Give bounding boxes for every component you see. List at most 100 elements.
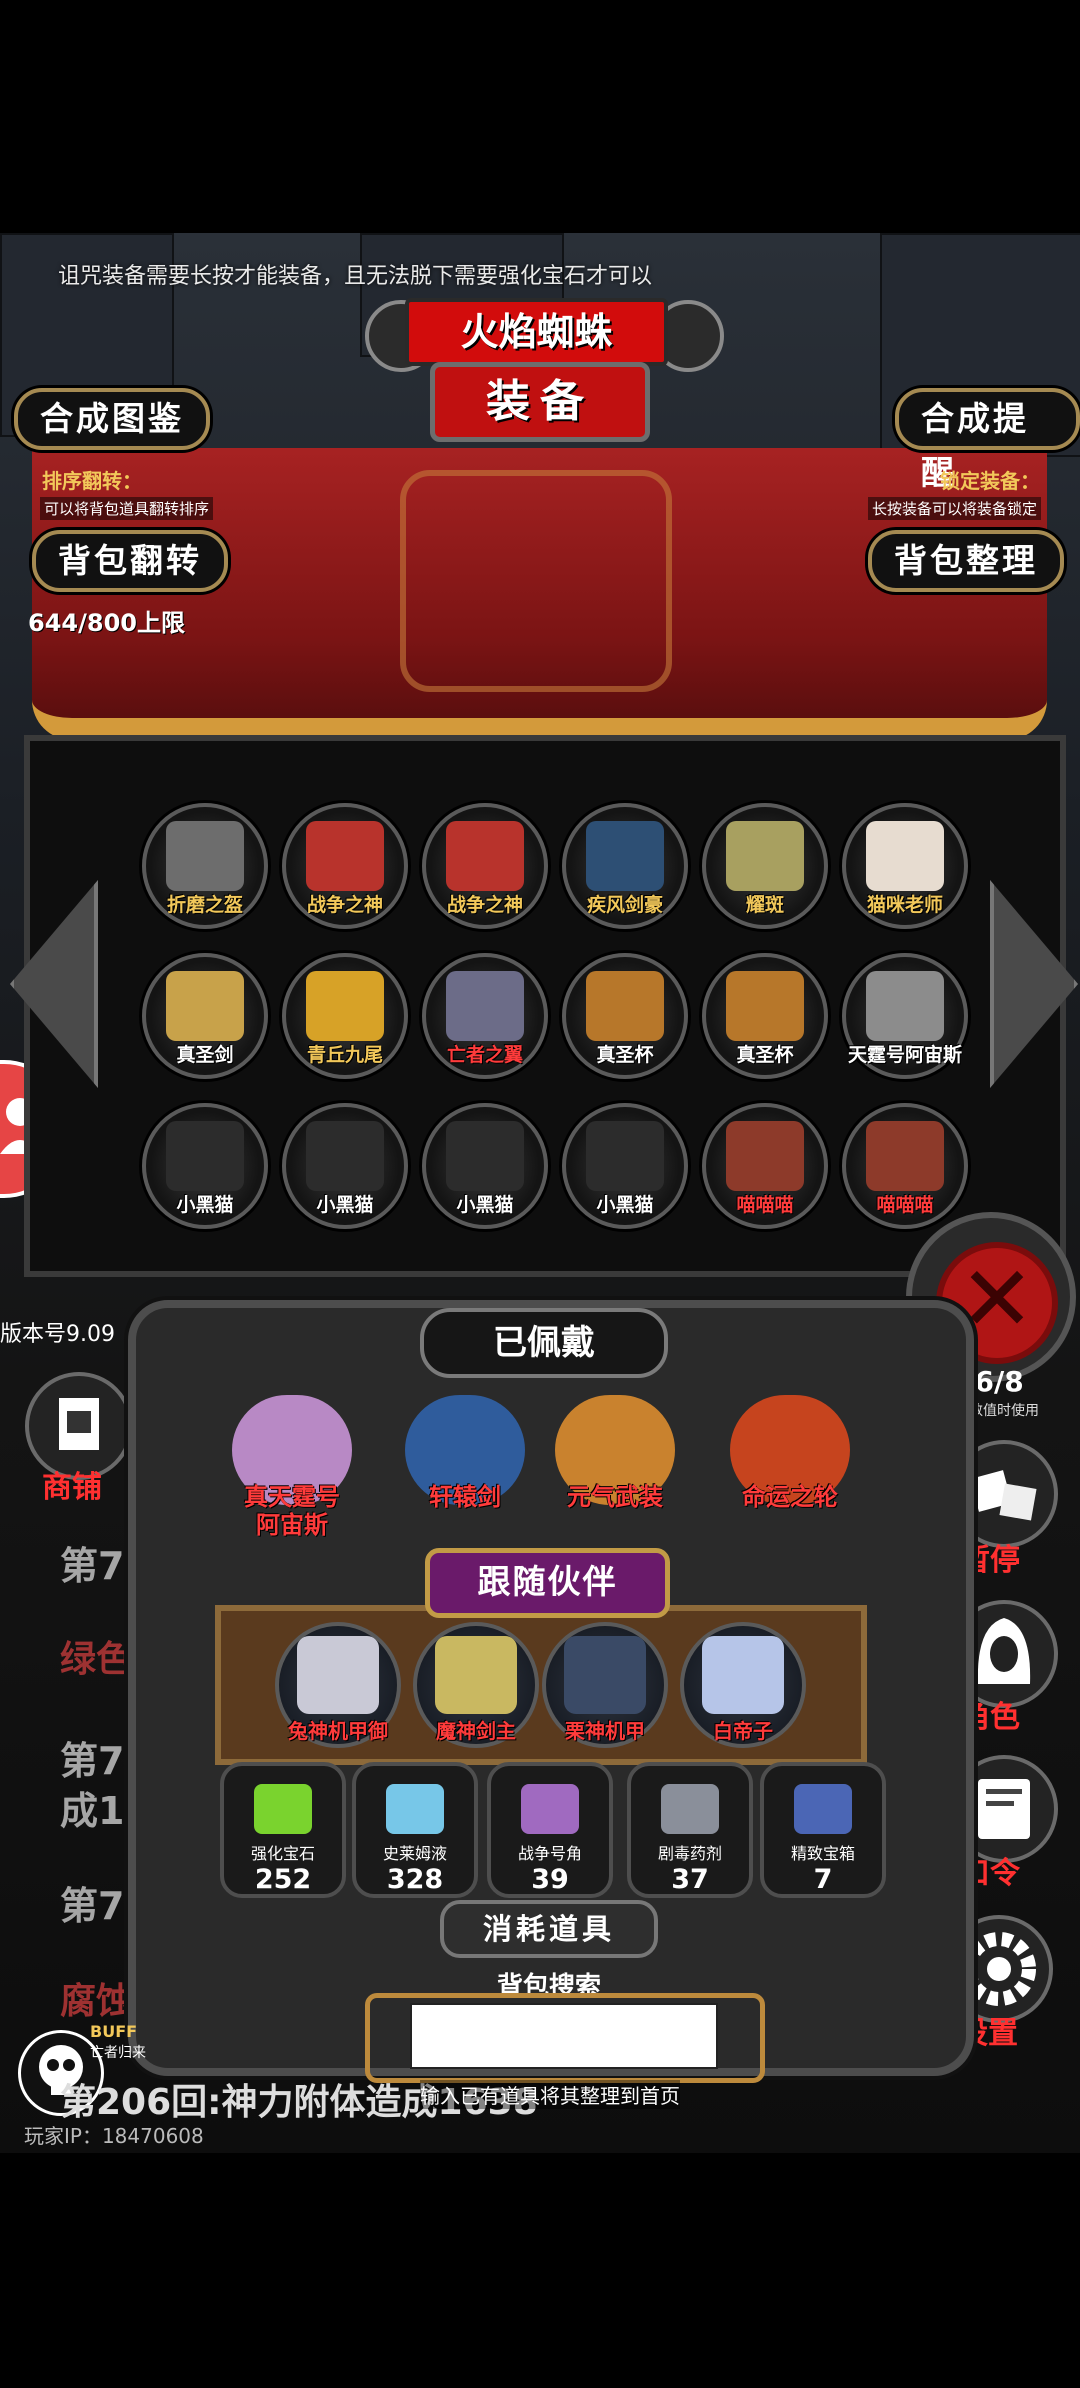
companion-art-icon <box>435 1636 517 1714</box>
bag-capacity: 644/800上限 <box>28 609 185 637</box>
companion-art-icon <box>297 1636 379 1714</box>
inventory-slot[interactable]: 天霆号阿宙斯 <box>842 953 968 1079</box>
inventory-slot[interactable]: 亡者之翼 <box>422 953 548 1079</box>
consumable-art-icon <box>661 1784 719 1834</box>
consumable-art-icon <box>386 1784 444 1834</box>
curse-tip: 诅咒装备需要长按才能装备，且无法脱下需要强化宝石才可以 <box>58 264 653 289</box>
inventory-item-name: 喵喵喵 <box>736 1194 794 1216</box>
inventory-slot[interactable]: 小黑猫 <box>562 1103 688 1229</box>
item-art-icon <box>726 821 804 891</box>
bag-sort-button[interactable]: 背包整理 <box>868 530 1064 592</box>
inventory-slot[interactable]: 真圣杯 <box>562 953 688 1079</box>
inventory-item-name: 小黑猫 <box>316 1194 374 1216</box>
consumable-art-icon <box>254 1784 312 1834</box>
consumable-slot[interactable]: 强化宝石 252 <box>220 1762 346 1898</box>
inventory-slot[interactable]: 疾风剑豪 <box>562 803 688 929</box>
item-art-icon <box>726 1121 804 1191</box>
item-art-icon <box>866 1121 944 1191</box>
inventory-slot[interactable]: 战争之神 <box>282 803 408 929</box>
inventory-slot[interactable]: 喵喵喵 <box>702 1103 828 1229</box>
inventory-item-name: 小黑猫 <box>596 1194 654 1216</box>
shop-label: 商铺 <box>42 1470 102 1505</box>
inventory-item-name: 真圣杯 <box>596 1044 654 1066</box>
consumable-count: 252 <box>254 1864 312 1895</box>
worn-equipment-slot[interactable]: 轩辕剑 <box>395 1385 535 1525</box>
consumable-slot[interactable]: 剧毒药剂 37 <box>627 1762 753 1898</box>
item-art-icon <box>866 971 944 1041</box>
inventory-item-name: 耀斑 <box>745 894 784 916</box>
worn-title: 已佩戴 <box>420 1308 668 1378</box>
synthesis-reminder-button[interactable]: 合成提醒 <box>895 388 1080 492</box>
worn-item-name: 元气武装 <box>567 1483 663 1511</box>
consumable-name: 精致宝箱 <box>790 1844 855 1863</box>
page-title: 装备 <box>430 362 650 442</box>
inventory-item-name: 亡者之翼 <box>446 1044 523 1066</box>
consumable-slot[interactable]: 战争号角 39 <box>487 1762 613 1898</box>
item-art-icon <box>866 821 944 891</box>
consumables-title: 消耗道具 <box>440 1900 658 1958</box>
item-art-icon <box>446 821 524 891</box>
inventory-item-name: 疾风剑豪 <box>586 894 663 916</box>
companion-slot[interactable]: 栗神机甲 <box>542 1622 668 1748</box>
item-art-icon <box>446 1121 524 1191</box>
consumable-count: 328 <box>386 1864 444 1895</box>
companion-art-icon <box>564 1636 646 1714</box>
inventory-item-name: 小黑猫 <box>456 1194 514 1216</box>
consumable-count: 7 <box>813 1864 833 1895</box>
item-art-icon <box>166 971 244 1041</box>
consumable-count: 37 <box>671 1864 709 1895</box>
buff-label: BUFF <box>90 2022 138 2041</box>
consumable-name: 战争号角 <box>517 1844 582 1863</box>
bag-flip-button[interactable]: 背包翻转 <box>32 530 228 592</box>
inventory-slot[interactable]: 战争之神 <box>422 803 548 929</box>
item-art-icon <box>586 971 664 1041</box>
inventory-slot[interactable]: 猫咪老师 <box>842 803 968 929</box>
inventory-item-name: 猫咪老师 <box>866 894 943 916</box>
inventory-slot[interactable]: 青丘九尾 <box>282 953 408 1079</box>
inventory-item-name: 真圣剑 <box>176 1044 234 1066</box>
inventory-item-name: 战争之神 <box>306 894 383 916</box>
companion-slot[interactable]: 白帝子 <box>680 1622 806 1748</box>
companion-art-icon <box>702 1636 784 1714</box>
worn-equipment-slot[interactable]: 元气武装 <box>545 1385 685 1525</box>
inventory-item-name: 战争之神 <box>446 894 523 916</box>
consumable-name: 剧毒药剂 <box>657 1844 722 1863</box>
inventory-slot[interactable]: 小黑猫 <box>142 1103 268 1229</box>
worn-equipment-slot[interactable]: 命运之轮 <box>720 1385 860 1525</box>
companion-slot[interactable]: 兔神机甲御 <box>275 1622 401 1748</box>
item-art-icon <box>726 971 804 1041</box>
synthesis-catalog-button[interactable]: 合成图鉴 <box>14 388 210 450</box>
consumable-slot[interactable]: 精致宝箱 7 <box>760 1762 886 1898</box>
consumable-slot[interactable]: 史莱姆液 328 <box>352 1762 478 1898</box>
companion-name: 白帝子 <box>713 1719 773 1743</box>
inventory-item-name: 喵喵喵 <box>876 1194 934 1216</box>
bag-search-hint: 输入已有道具将其整理到首页 <box>420 2080 680 2109</box>
inventory-item-name: 真圣杯 <box>736 1044 794 1066</box>
bag-search-input[interactable] <box>410 2003 718 2069</box>
inventory-slot[interactable]: 真圣杯 <box>702 953 828 1079</box>
item-art-icon <box>586 821 664 891</box>
monster-name: 火焰蜘蛛 <box>405 298 668 366</box>
inventory-slot[interactable]: 喵喵喵 <box>842 1103 968 1229</box>
worn-item-name: 真天霆号 阿宙斯 <box>244 1483 340 1539</box>
item-art-icon <box>306 1121 384 1191</box>
lock-equip-hint: 长按装备可以将装备锁定 <box>868 497 1042 520</box>
companion-title: 跟随伙伴 <box>425 1548 670 1618</box>
inventory-slot[interactable]: 真圣剑 <box>142 953 268 1079</box>
buff-subtitle: 亡者归来 <box>90 2045 146 2061</box>
inventory-slot[interactable]: 耀斑 <box>702 803 828 929</box>
lock-equip-label: 锁定装备： <box>940 469 1040 493</box>
inventory-item-name: 青丘九尾 <box>306 1044 383 1066</box>
sort-flip-hint: 可以将背包道具翻转排序 <box>40 497 214 520</box>
inventory-slot[interactable]: 小黑猫 <box>282 1103 408 1229</box>
sort-flip-label: 排序翻转： <box>42 469 142 493</box>
worn-item-name: 命运之轮 <box>742 1483 838 1511</box>
item-art-icon <box>586 1121 664 1191</box>
version-label: 版本号9.09 <box>0 1322 115 1347</box>
worn-equipment-slot[interactable]: 真天霆号 阿宙斯 <box>222 1385 362 1539</box>
item-art-icon <box>446 971 524 1041</box>
inventory-item-name: 折磨之盔 <box>166 894 243 916</box>
inventory-slot[interactable]: 小黑猫 <box>422 1103 548 1229</box>
log-line: 第7 <box>60 1544 125 1588</box>
inventory-slot[interactable]: 折磨之盔 <box>142 803 268 929</box>
